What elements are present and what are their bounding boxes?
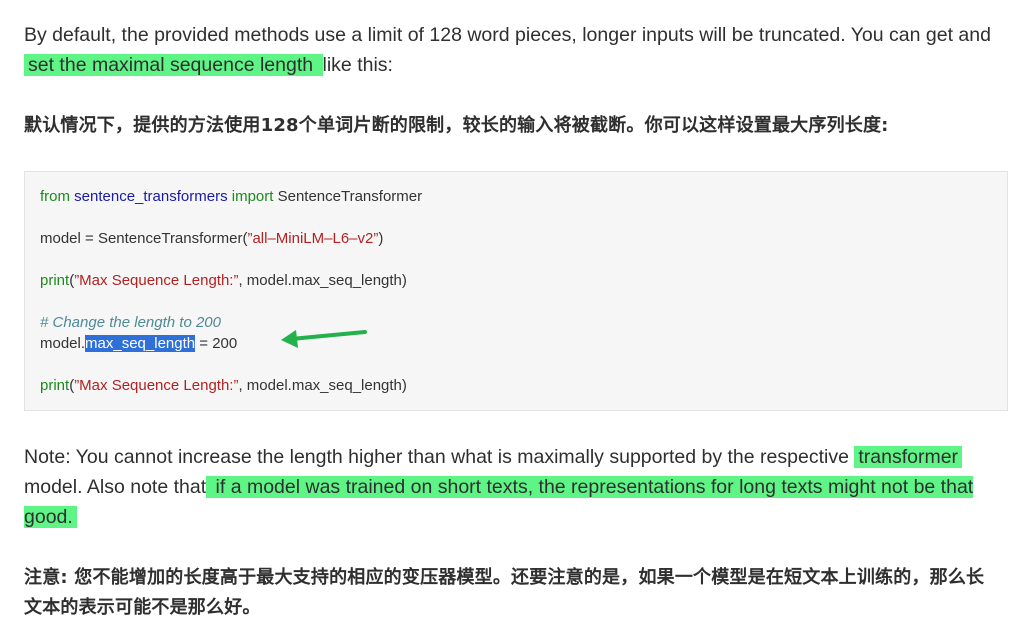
code-module: sentence_transformers [74, 188, 228, 205]
code-comment: # Change the length to 200 [40, 314, 221, 331]
intro-paragraph-zh: 默认情况下，提供的方法使用128个单词片断的限制，较长的输入将被截断。你可以这样… [24, 115, 889, 136]
code-name: SentenceTransformer [277, 188, 423, 205]
code-line: from sentence_transformers import Senten… [40, 187, 422, 207]
note-text: Note: You cannot increase the length hig… [24, 446, 855, 468]
arrow-left-icon [281, 330, 367, 348]
code-keyword: from [40, 188, 70, 205]
intro-highlight: set the maximal sequence length [24, 54, 323, 76]
code-block: from sentence_transformers import Senten… [24, 171, 1008, 411]
code-line: model.max_seq_length = 200 [40, 334, 237, 354]
code-text: ) [378, 230, 384, 247]
code-text: , model.max_seq_length) [238, 377, 407, 394]
code-line: model = SentenceTransformer(”all–MiniLM–… [40, 229, 383, 249]
code-selection[interactable]: max_seq_length [85, 335, 196, 352]
code-function: print [40, 272, 70, 289]
note-paragraph-zh: 注意: 您不能增加的长度高于最大支持的相应的变压器模型。还要注意的是，如果一个模… [24, 567, 985, 618]
intro-text-end: like this: [322, 54, 393, 76]
code-function: print [40, 377, 70, 394]
code-text: , model.max_seq_length) [238, 272, 407, 289]
code-keyword: import [231, 188, 274, 205]
intro-text: By default, the provided methods use a l… [24, 24, 991, 46]
code-text: model. [40, 335, 86, 352]
note-highlight: transformer [854, 446, 963, 468]
code-string: ”Max Sequence Length:” [74, 377, 239, 394]
code-text: = 200 [195, 335, 238, 352]
code-line: print(”Max Sequence Length:”, model.max_… [40, 376, 407, 396]
note-text: model. Also note that [24, 476, 207, 498]
code-text: model = SentenceTransformer( [40, 230, 248, 247]
code-string: ”all–MiniLM–L6–v2” [247, 230, 379, 247]
intro-paragraph: By default, the provided methods use a l… [24, 20, 999, 80]
code-string: ”Max Sequence Length:” [74, 272, 239, 289]
code-line: print(”Max Sequence Length:”, model.max_… [40, 271, 407, 291]
note-paragraph: Note: You cannot increase the length hig… [24, 442, 999, 532]
